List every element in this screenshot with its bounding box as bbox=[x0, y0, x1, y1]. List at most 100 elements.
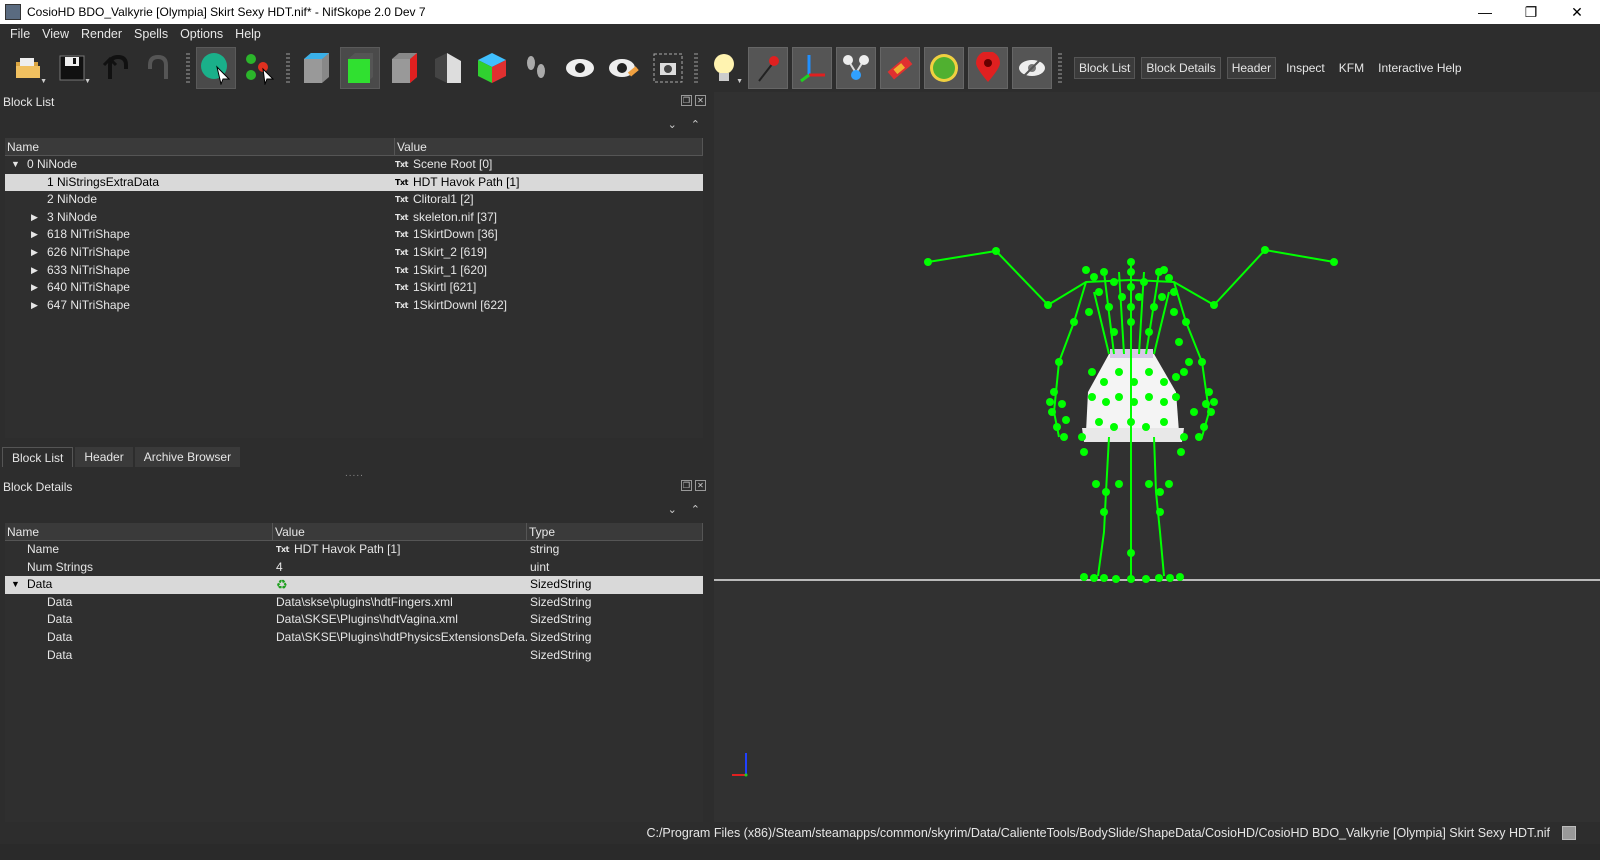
save-button[interactable]: ▼ bbox=[52, 47, 92, 89]
block-list-row[interactable]: ▶ 647 NiTriShape Txt 1SkirtDownl [622] bbox=[5, 297, 703, 315]
inspect-toggle[interactable]: Inspect bbox=[1282, 58, 1329, 78]
hidden-eye-button[interactable] bbox=[1012, 47, 1052, 89]
block-list-row[interactable]: ▶ 626 NiTriShape Txt 1Skirt_2 [619] bbox=[5, 244, 703, 262]
eye-button[interactable] bbox=[560, 47, 600, 89]
block-list-tree[interactable]: Name Value ▼ 0 NiNode Txt Scene Root [0] 1 N… bbox=[5, 138, 703, 438]
open-button[interactable]: ▼ bbox=[8, 47, 48, 89]
half-button[interactable] bbox=[428, 47, 468, 89]
block-details-row[interactable]: Data Data\SKSE\Plugins\hdtPhysicsExtensio… bbox=[5, 629, 703, 647]
menu-view[interactable]: View bbox=[36, 27, 75, 41]
color-cube-button[interactable] bbox=[472, 47, 512, 89]
interactive-help-toggle[interactable]: Interactive Help bbox=[1374, 58, 1465, 78]
bone-node bbox=[1090, 273, 1098, 281]
expand-arrow-icon[interactable]: ▶ bbox=[31, 262, 38, 280]
close-icon[interactable]: ✕ bbox=[695, 480, 706, 491]
expand-arrow-icon[interactable]: ▶ bbox=[31, 297, 38, 315]
expand-arrow-icon[interactable]: ▶ bbox=[31, 279, 38, 297]
axes-button[interactable] bbox=[792, 47, 832, 89]
block-details-row[interactable]: Num Strings 4 uint bbox=[5, 559, 703, 577]
expand-arrow-icon[interactable]: ▶ bbox=[31, 209, 38, 227]
cube-green-button[interactable] bbox=[340, 47, 380, 89]
minimize-button[interactable]: — bbox=[1462, 0, 1508, 24]
row-value-cell[interactable]: Txt HDT Havok Path [1] bbox=[273, 541, 527, 559]
row-value-cell[interactable] bbox=[273, 647, 527, 665]
block-list-row[interactable]: ▶ 633 NiTriShape Txt 1Skirt_1 [620] bbox=[5, 262, 703, 280]
chevron-up-icon[interactable]: ⌃ bbox=[691, 118, 700, 131]
kfm-toggle[interactable]: KFM bbox=[1335, 58, 1368, 78]
gradient-button[interactable] bbox=[880, 47, 920, 89]
dock-tabs: Block List Header Archive Browser bbox=[2, 447, 242, 467]
row-value-cell[interactable]: 4 bbox=[273, 559, 527, 577]
menu-render[interactable]: Render bbox=[75, 27, 128, 41]
close-icon[interactable]: ✕ bbox=[695, 95, 706, 106]
render-viewport[interactable] bbox=[714, 92, 1600, 822]
scene-canvas[interactable] bbox=[714, 92, 1600, 822]
toolbar-grip-2[interactable] bbox=[286, 53, 290, 83]
float-icon[interactable]: ❐ bbox=[681, 95, 692, 106]
float-icon[interactable]: ❐ bbox=[681, 480, 692, 491]
bone-node bbox=[1062, 416, 1070, 424]
block-list-toggle[interactable]: Block List bbox=[1074, 57, 1136, 79]
header-toggle[interactable]: Header bbox=[1226, 57, 1277, 79]
bone-node bbox=[924, 258, 932, 266]
redo-button[interactable] bbox=[140, 47, 180, 89]
chevron-down-icon[interactable]: ⌄ bbox=[668, 118, 677, 131]
expand-arrow-icon[interactable]: ▶ bbox=[31, 226, 38, 244]
toolbar-grip-4[interactable] bbox=[1058, 53, 1062, 83]
select-button[interactable] bbox=[196, 47, 236, 89]
toolbar-grip[interactable] bbox=[186, 53, 190, 83]
undo-button[interactable] bbox=[96, 47, 136, 89]
toolbar-grip-3[interactable] bbox=[694, 53, 698, 83]
row-value-cell[interactable]: Data\SKSE\Plugins\hdtPhysicsExtensionsDe… bbox=[273, 629, 527, 647]
collapse-arrow-icon[interactable]: ▼ bbox=[11, 576, 20, 594]
column-name-header[interactable]: Name bbox=[5, 138, 395, 155]
column-name-header[interactable]: Name bbox=[5, 523, 273, 540]
block-list-row[interactable]: ▶ 3 NiNode Txt skeleton.nif [37] bbox=[5, 209, 703, 227]
row-value: 1Skirtl [621] bbox=[412, 280, 477, 295]
menu-help[interactable]: Help bbox=[229, 27, 267, 41]
row-value-cell[interactable]: Data\skse\plugins\hdtFingers.xml bbox=[273, 594, 527, 612]
block-details-tree[interactable]: Name Value Type Name Txt HDT Havok Path [1… bbox=[5, 523, 703, 822]
block-list-row[interactable]: 1 NiStringsExtraData Txt HDT Havok Path [1… bbox=[5, 173, 703, 192]
column-value-header[interactable]: Value bbox=[273, 523, 527, 540]
footprint-button[interactable] bbox=[516, 47, 556, 89]
cube-red-button[interactable] bbox=[384, 47, 424, 89]
pin-button[interactable] bbox=[748, 47, 788, 89]
eye-pencil-button[interactable] bbox=[604, 47, 644, 89]
block-list-row[interactable]: 2 NiNode Txt Clitoral1 [2] bbox=[5, 191, 703, 209]
tab-archive-browser[interactable]: Archive Browser bbox=[134, 447, 241, 467]
block-list-row[interactable]: ▼ 0 NiNode Txt Scene Root [0] bbox=[5, 156, 703, 174]
menu-options[interactable]: Options bbox=[174, 27, 229, 41]
row-value-cell[interactable]: Data\SKSE\Plugins\hdtVagina.xml bbox=[273, 611, 527, 629]
block-details-rows: Name Txt HDT Havok Path [1] string Num Strin… bbox=[5, 541, 703, 664]
block-details-toggle[interactable]: Block Details bbox=[1141, 57, 1221, 79]
restore-button[interactable]: ❐ bbox=[1508, 0, 1554, 24]
block-list-row[interactable]: ▶ 640 NiTriShape Txt 1Skirtl [621] bbox=[5, 279, 703, 297]
nodes-graph-button[interactable] bbox=[836, 47, 876, 89]
globe-button[interactable] bbox=[924, 47, 964, 89]
nodes-button[interactable] bbox=[240, 47, 280, 89]
chevron-up-icon[interactable]: ⌃ bbox=[691, 503, 700, 516]
close-button[interactable]: ✕ bbox=[1554, 0, 1600, 24]
block-details-row[interactable]: Name Txt HDT Havok Path [1] string bbox=[5, 541, 703, 559]
screenshot-button[interactable] bbox=[648, 47, 688, 89]
tab-block-list[interactable]: Block List bbox=[2, 447, 74, 467]
tab-header[interactable]: Header bbox=[75, 447, 133, 467]
menu-spells[interactable]: Spells bbox=[128, 27, 174, 41]
cube-blue-button[interactable] bbox=[296, 47, 336, 89]
block-list-row[interactable]: ▶ 618 NiTriShape Txt 1SkirtDown [36] bbox=[5, 226, 703, 244]
menu-file[interactable]: File bbox=[4, 27, 36, 41]
block-details-row[interactable]: Data Data\skse\plugins\hdtFingers.xml Size… bbox=[5, 594, 703, 612]
location-button[interactable] bbox=[968, 47, 1008, 89]
column-value-header[interactable]: Value bbox=[395, 138, 703, 155]
lightbulb-button[interactable]: ▼ bbox=[704, 47, 744, 89]
block-details-row[interactable]: Data SizedString bbox=[5, 647, 703, 665]
row-value-cell[interactable]: ♻ bbox=[273, 576, 527, 594]
column-type-header[interactable]: Type bbox=[527, 523, 703, 540]
chevron-down-icon[interactable]: ⌄ bbox=[668, 503, 677, 516]
expand-arrow-icon[interactable]: ▶ bbox=[31, 244, 38, 262]
link-icon[interactable]: ♻ bbox=[276, 576, 288, 594]
block-details-row[interactable]: ▼ Data ♻ SizedString bbox=[5, 576, 703, 594]
collapse-arrow-icon[interactable]: ▼ bbox=[11, 156, 20, 174]
block-details-row[interactable]: Data Data\SKSE\Plugins\hdtVagina.xml Sized… bbox=[5, 611, 703, 629]
